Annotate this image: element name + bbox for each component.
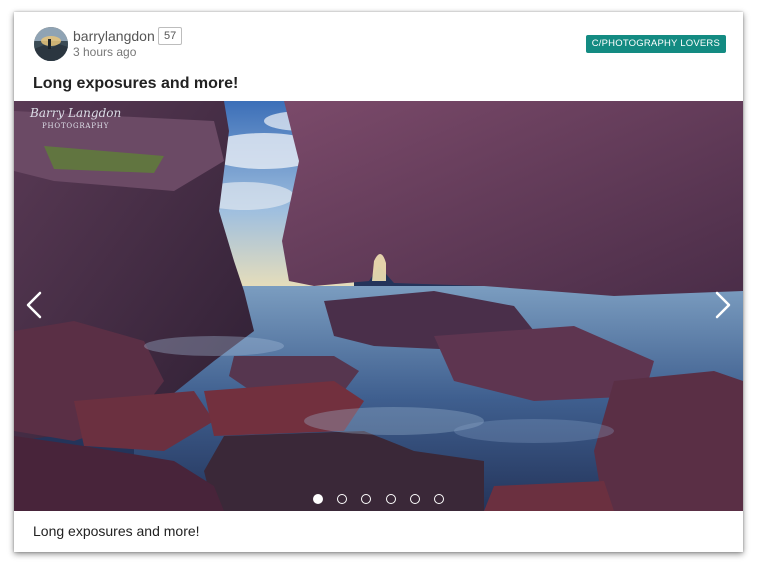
carousel-pagination bbox=[14, 494, 743, 506]
post-header: barrylangdon 57 3 hours ago C/PHOTOGRAPH… bbox=[14, 12, 743, 72]
chevron-right-icon bbox=[715, 291, 731, 319]
category-badge[interactable]: C/PHOTOGRAPHY LOVERS bbox=[585, 35, 726, 53]
post-timestamp: 3 hours ago bbox=[73, 45, 137, 59]
image-carousel[interactable]: Barry Langdon PHOTOGRAPHY bbox=[14, 101, 743, 511]
post-card: barrylangdon 57 3 hours ago C/PHOTOGRAPH… bbox=[14, 12, 743, 552]
photo-watermark: Barry Langdon PHOTOGRAPHY bbox=[30, 107, 121, 133]
carousel-next-button[interactable] bbox=[707, 279, 737, 331]
carousel-dot-3[interactable] bbox=[361, 494, 371, 504]
carousel-dot-1[interactable] bbox=[313, 494, 323, 504]
watermark-sub: PHOTOGRAPHY bbox=[42, 122, 110, 130]
carousel-photo bbox=[14, 101, 743, 511]
carousel-prev-button[interactable] bbox=[20, 279, 50, 331]
post-caption: Long exposures and more! bbox=[33, 523, 200, 539]
post-title: Long exposures and more! bbox=[33, 75, 239, 92]
watermark-name: Barry Langdon bbox=[30, 106, 122, 120]
chevron-left-icon bbox=[26, 291, 42, 319]
carousel-dot-2[interactable] bbox=[337, 494, 347, 504]
reputation-badge: 57 bbox=[158, 27, 183, 45]
carousel-dot-6[interactable] bbox=[434, 494, 444, 504]
carousel-dot-4[interactable] bbox=[386, 494, 396, 504]
carousel-dot-5[interactable] bbox=[410, 494, 420, 504]
author-username[interactable]: barrylangdon bbox=[73, 27, 155, 45]
user-avatar-icon[interactable] bbox=[34, 27, 68, 61]
